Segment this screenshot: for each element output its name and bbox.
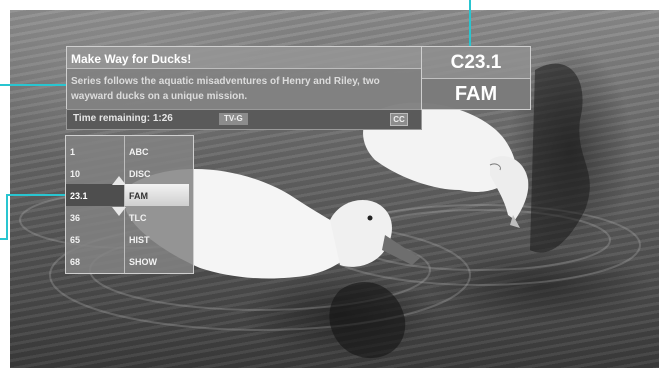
channel-number: 68 [70, 257, 81, 267]
program-title: Make Way for Ducks! [71, 52, 192, 66]
up-arrow-icon[interactable] [112, 176, 126, 185]
program-description-box: Series follows the aquatic misadventures… [67, 68, 421, 109]
down-arrow-icon[interactable] [112, 207, 126, 216]
channel-row-selected[interactable]: 23.1 FAM [66, 184, 193, 206]
channel-number: 10 [70, 169, 81, 179]
program-description: Series follows the aquatic misadventures… [71, 76, 380, 102]
channel-row[interactable]: 36 TLC [66, 206, 193, 228]
callout-line-list-v [6, 194, 8, 240]
channel-name: ABC [129, 147, 149, 157]
current-channel-name: FAM [454, 83, 498, 105]
channel-row[interactable]: 10 DISC [66, 162, 193, 184]
callout-line-list-h [6, 194, 65, 196]
channel-number: 1 [70, 147, 76, 157]
channel-name: SHOW [129, 257, 157, 267]
channel-name: FAM [129, 191, 148, 201]
current-channel-display: C23.1 FAM [421, 46, 531, 110]
callout-line-top [469, 0, 471, 46]
channel-number: 36 [70, 213, 81, 223]
current-channel-number: C23.1 [450, 52, 502, 73]
channel-name: DISC [129, 169, 151, 179]
channel-name: HIST [129, 235, 150, 245]
channel-list[interactable]: 1 ABC 10 DISC 23.1 FAM 36 TLC 65 HIST 68… [65, 135, 194, 274]
program-status-bar: Time remaining: 1:26 TV-G CC [66, 109, 422, 130]
program-info-panel: Make Way for Ducks! Series follows the a… [66, 46, 422, 110]
callout-line-info [0, 84, 66, 86]
channel-name: TLC [129, 213, 147, 223]
time-remaining: Time remaining: 1:26 [73, 113, 173, 124]
rating-badge: TV-G [219, 113, 248, 125]
channel-row[interactable]: 65 HIST [66, 228, 193, 250]
tv-screen: Make Way for Ducks! Series follows the a… [0, 0, 659, 368]
current-channel-name-box: FAM [422, 78, 530, 109]
channel-number: 23.1 [70, 191, 88, 201]
channel-row[interactable]: 68 SHOW [66, 250, 193, 272]
callout-line-list-stub [0, 238, 8, 240]
closed-caption-badge: CC [390, 113, 408, 126]
channel-number: 65 [70, 235, 81, 245]
channel-row[interactable]: 1 ABC [66, 140, 193, 162]
